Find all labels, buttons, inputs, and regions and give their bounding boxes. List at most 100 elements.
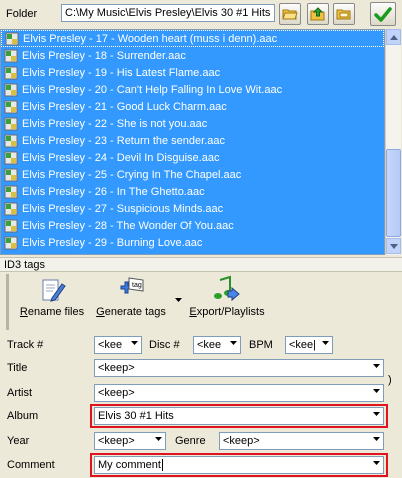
- disc-combo[interactable]: <kee: [193, 336, 241, 354]
- folder-label: Folder: [6, 8, 38, 20]
- aac-file-icon: [4, 151, 18, 164]
- file-name: Elvis Presley - 24 - Devil In Disguise.a…: [22, 151, 220, 164]
- scroll-thumb[interactable]: [386, 149, 401, 237]
- file-list-item[interactable]: Elvis Presley - 24 - Devil In Disguise.a…: [1, 149, 384, 166]
- file-list-item[interactable]: Elvis Presley - 26 - In The Ghetto.aac: [1, 183, 384, 200]
- apply-button[interactable]: [370, 2, 396, 26]
- aac-file-icon: [4, 185, 18, 198]
- title-label: Title: [7, 362, 28, 374]
- disc-label: Disc #: [149, 339, 180, 351]
- chevron-down-icon: [131, 341, 138, 345]
- file-list-item[interactable]: Elvis Presley - 20 - Can't Help Falling …: [1, 81, 384, 98]
- file-list-scrollbar[interactable]: [385, 29, 401, 255]
- file-name: Elvis Presley - 20 - Can't Help Falling …: [22, 83, 283, 96]
- file-name: Elvis Presley - 19 - His Latest Flame.aa…: [22, 66, 221, 79]
- rename-pencil-icon: [42, 279, 66, 302]
- year-value: <keep>: [98, 435, 135, 447]
- generate-dropdown-icon[interactable]: [175, 298, 182, 302]
- rename-mnemonic: R: [19, 306, 28, 318]
- album-value: Elvis 30 #1 Hits: [98, 410, 174, 422]
- export-playlists-button[interactable]: Export/Playlists: [183, 274, 271, 318]
- browse-folder-button[interactable]: [333, 3, 355, 25]
- chevron-down-icon: [322, 341, 329, 345]
- title-artist-bracket: ): [388, 374, 392, 386]
- year-label: Year: [7, 435, 30, 447]
- svg-text:tag: tag: [132, 282, 142, 289]
- rename-files-button[interactable]: Rename files: [17, 274, 87, 318]
- bpm-combo[interactable]: <kee|: [285, 336, 333, 354]
- genre-combo[interactable]: <keep>: [219, 432, 384, 450]
- aac-file-icon: [4, 117, 18, 130]
- file-name: Elvis Presley - 23 - Return the sender.a…: [22, 134, 225, 147]
- id3-section-header: ID3 tags: [0, 257, 402, 272]
- file-list-item[interactable]: Elvis Presley - 27 - Suspicious Minds.aa…: [1, 200, 384, 217]
- comment-value: My comment: [98, 459, 161, 471]
- chevron-down-icon: [373, 389, 380, 393]
- genre-label: Genre: [175, 435, 206, 447]
- scroll-up-button[interactable]: [386, 29, 401, 45]
- generate-label: enerate tags: [104, 306, 166, 318]
- open-folder-icon: [282, 9, 298, 20]
- artist-combo[interactable]: <keep>: [94, 384, 384, 402]
- chevron-down-icon: [373, 461, 380, 465]
- rename-label: ename files: [27, 306, 85, 318]
- chevron-up-icon: [389, 34, 398, 40]
- track-combo[interactable]: <kee: [94, 336, 142, 354]
- export-label: xport/Playlists: [196, 306, 265, 318]
- file-name: Elvis Presley - 27 - Suspicious Minds.aa…: [22, 202, 224, 215]
- file-list-item[interactable]: Elvis Presley - 21 - Good Luck Charm.aac: [1, 98, 384, 115]
- aac-file-icon: [4, 66, 18, 79]
- artist-value: <keep>: [98, 387, 135, 399]
- bpm-value: <kee|: [289, 339, 317, 351]
- file-list[interactable]: Elvis Presley - 17 - Wooden heart (muss …: [0, 29, 385, 255]
- aac-file-icon: [4, 100, 18, 113]
- scroll-down-button[interactable]: [386, 238, 401, 254]
- chevron-down-icon: [373, 437, 380, 441]
- file-name: Elvis Presley - 21 - Good Luck Charm.aac: [22, 100, 227, 113]
- bpm-label: BPM: [249, 339, 273, 351]
- aac-file-icon: [4, 219, 18, 232]
- genre-value: <keep>: [223, 435, 260, 447]
- browse-folder-icon: [336, 9, 351, 20]
- chevron-down-icon: [230, 341, 237, 345]
- file-name: Elvis Presley - 22 - She is not you.aac: [22, 117, 208, 130]
- open-folder-button[interactable]: [279, 3, 301, 25]
- generate-mnemonic: G: [96, 306, 105, 318]
- disc-value: <kee: [197, 339, 222, 351]
- up-folder-button[interactable]: [307, 3, 329, 25]
- aac-file-icon: [4, 202, 18, 215]
- generate-tag-icon: tag: [120, 277, 144, 294]
- file-list-item[interactable]: Elvis Presley - 28 - The Wonder Of You.a…: [1, 217, 384, 234]
- title-combo[interactable]: <keep>: [94, 359, 384, 377]
- chevron-down-icon: [373, 364, 380, 368]
- file-list-item[interactable]: Elvis Presley - 17 - Wooden heart (muss …: [1, 30, 384, 47]
- folder-path-input[interactable]: C:\My Music\Elvis Presley\Elvis 30 #1 Hi…: [61, 4, 275, 22]
- file-name: Elvis Presley - 28 - The Wonder Of You.a…: [22, 219, 234, 232]
- year-combo[interactable]: <keep>: [94, 432, 166, 450]
- aac-file-icon: [4, 49, 18, 62]
- album-combo[interactable]: Elvis 30 #1 Hits: [94, 407, 384, 425]
- file-list-item[interactable]: Elvis Presley - 18 - Surrender.aac: [1, 47, 384, 64]
- aac-file-icon: [4, 236, 18, 249]
- track-value: <kee: [98, 339, 123, 351]
- chevron-down-icon: [373, 412, 380, 416]
- file-name: Elvis Presley - 25 - Crying In The Chape…: [22, 168, 242, 181]
- export-music-icon: [214, 275, 240, 302]
- file-list-item[interactable]: Elvis Presley - 19 - His Latest Flame.aa…: [1, 64, 384, 81]
- file-list-item[interactable]: Elvis Presley - 22 - She is not you.aac: [1, 115, 384, 132]
- file-list-item[interactable]: Elvis Presley - 23 - Return the sender.a…: [1, 132, 384, 149]
- aac-file-icon: [4, 168, 18, 181]
- apply-check-icon: [374, 7, 392, 22]
- export-mnemonic: E: [189, 306, 197, 318]
- text-caret: [161, 459, 163, 471]
- artist-label: Artist: [7, 387, 33, 399]
- title-value: <keep>: [98, 362, 135, 374]
- file-list-item[interactable]: Elvis Presley - 29 - Burning Love.aac: [1, 234, 384, 251]
- file-list-item[interactable]: Elvis Presley - 25 - Crying In The Chape…: [1, 166, 384, 183]
- comment-combo[interactable]: My comment: [94, 456, 384, 474]
- track-label: Track #: [7, 339, 44, 351]
- file-name: Elvis Presley - 26 - In The Ghetto.aac: [22, 185, 205, 198]
- generate-tags-button[interactable]: tag Generate tags: [91, 274, 171, 318]
- comment-label: Comment: [7, 459, 55, 471]
- file-name: Elvis Presley - 17 - Wooden heart (muss …: [23, 32, 278, 45]
